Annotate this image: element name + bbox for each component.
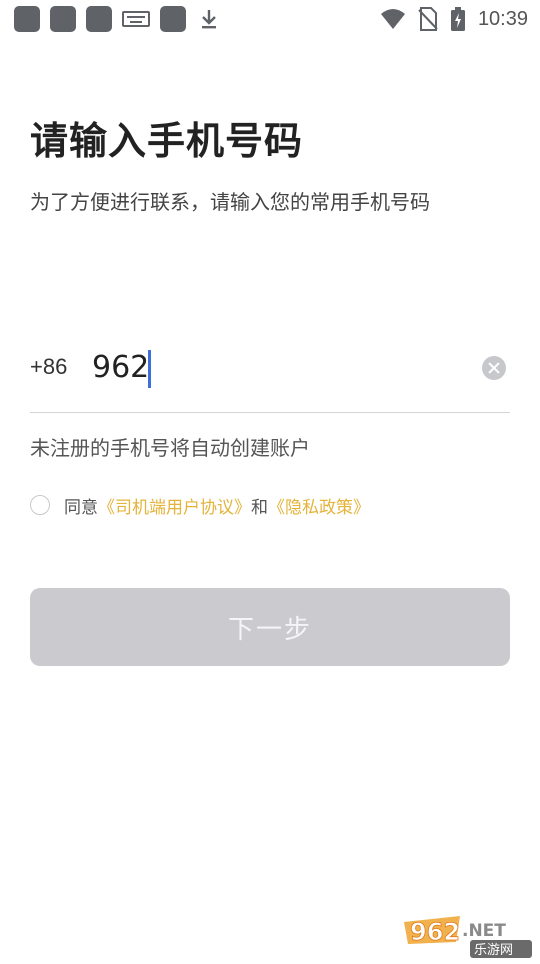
user-agreement-link[interactable]: 《司机端用户协议》 — [98, 493, 251, 518]
page-title: 请输入手机号码 — [30, 119, 304, 163]
notification-square-icon — [50, 6, 76, 32]
svg-text:962: 962 — [410, 918, 460, 946]
clock: 10:39 — [477, 7, 528, 30]
battery-charging-icon — [450, 7, 465, 31]
watermark-logo: 962 .NET 乐游网 — [400, 912, 540, 960]
clear-input-icon[interactable] — [482, 356, 506, 380]
agreement-row: 同意 《司机端用户协议》 和 《隐私政策》 — [30, 492, 370, 518]
status-bar: 10:39 — [0, 0, 540, 36]
svg-text:乐游网: 乐游网 — [474, 943, 513, 958]
agreement-prefix: 同意 — [64, 497, 98, 518]
svg-text:.NET: .NET — [462, 921, 506, 941]
system-icons: 10:39 — [380, 5, 528, 33]
text-cursor — [148, 350, 151, 388]
registration-hint: 未注册的手机号将自动创建账户 — [30, 436, 310, 460]
keyboard-icon — [122, 11, 150, 27]
notification-square-icon — [14, 6, 40, 32]
input-underline — [30, 412, 510, 413]
agreement-connector: 和 — [251, 497, 268, 518]
next-button[interactable]: 下一步 — [30, 588, 510, 666]
notification-square-icon — [160, 6, 186, 32]
no-sim-icon — [418, 7, 438, 31]
notification-square-icon — [86, 6, 112, 32]
notification-icons — [14, 6, 222, 32]
wifi-icon — [380, 9, 405, 29]
download-icon — [196, 6, 222, 32]
page-subtitle: 为了方便进行联系，请输入您的常用手机号码 — [30, 190, 430, 214]
phone-number-input[interactable] — [86, 346, 472, 388]
privacy-policy-link[interactable]: 《隐私政策》 — [268, 493, 370, 518]
country-code[interactable]: +86 — [30, 354, 67, 380]
agreement-checkbox[interactable] — [30, 495, 50, 515]
phone-input-row: +86 — [30, 340, 510, 400]
